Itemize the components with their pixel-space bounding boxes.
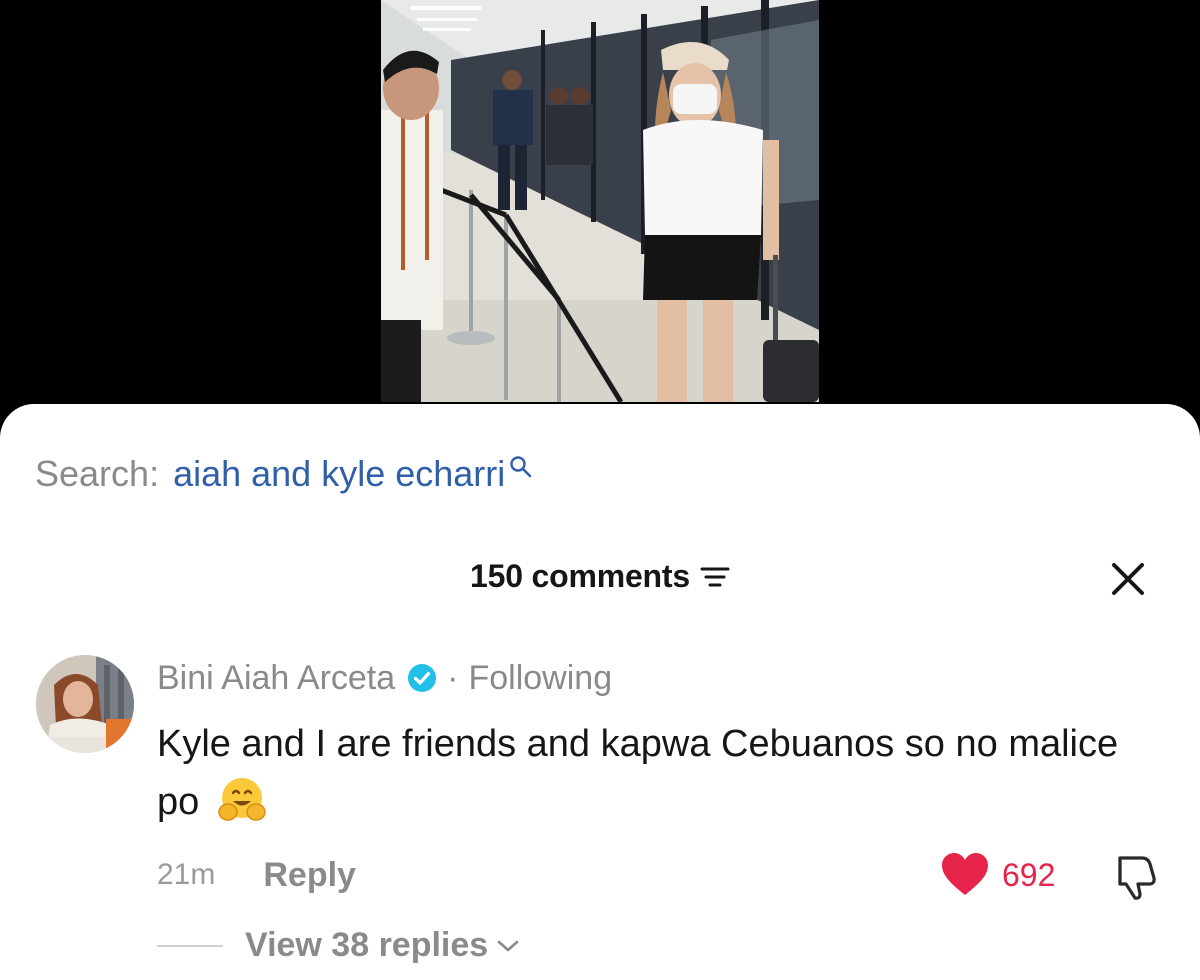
like-button[interactable]: 692 (940, 852, 1055, 898)
view-replies-button[interactable]: View 38 replies (245, 926, 520, 965)
view-replies-row: View 38 replies (157, 926, 520, 965)
avatar-image (36, 655, 134, 753)
view-replies-label: View 38 replies (245, 926, 489, 964)
separator-dot: · (447, 659, 459, 697)
chevron-down-icon (497, 940, 519, 951)
search-icon[interactable] (509, 455, 533, 479)
sort-icon[interactable] (700, 564, 730, 590)
close-icon[interactable] (1108, 559, 1148, 599)
comment-timestamp: 21m (157, 858, 216, 891)
video-frame (381, 0, 819, 402)
dislike-icon[interactable] (1108, 852, 1158, 902)
comments-count: 150 comments (470, 558, 690, 594)
hugging-face-emoji (218, 778, 266, 821)
heart-icon[interactable] (940, 852, 990, 898)
following-label: Following (468, 659, 613, 697)
video-player[interactable] (0, 0, 1200, 430)
verified-icon (408, 664, 437, 692)
comment-meta-row: 21m Reply (157, 854, 356, 896)
search-suggestion[interactable]: Search: aiah and kyle echarri (35, 452, 533, 496)
like-count: 692 (1002, 856, 1056, 893)
comment-text: Kyle and I are friends and kapwa Cebuano… (157, 715, 1147, 831)
avatar[interactable] (36, 655, 134, 753)
search-query-link[interactable]: aiah and kyle echarri (173, 452, 505, 496)
video-still-image (381, 0, 819, 402)
reply-button[interactable]: Reply (263, 854, 356, 896)
search-prefix: Search: (35, 453, 160, 494)
comments-sheet: Search: aiah and kyle echarri 150 commen… (0, 404, 1200, 980)
comment-body: Kyle and I are friends and kapwa Cebuano… (157, 723, 1119, 823)
comment-author[interactable]: Bini Aiah Arceta (157, 658, 395, 698)
replies-divider (157, 944, 223, 947)
comments-header: 150 comments (0, 558, 1200, 595)
comment-author-row: Bini Aiah Arceta · Following (157, 658, 612, 698)
